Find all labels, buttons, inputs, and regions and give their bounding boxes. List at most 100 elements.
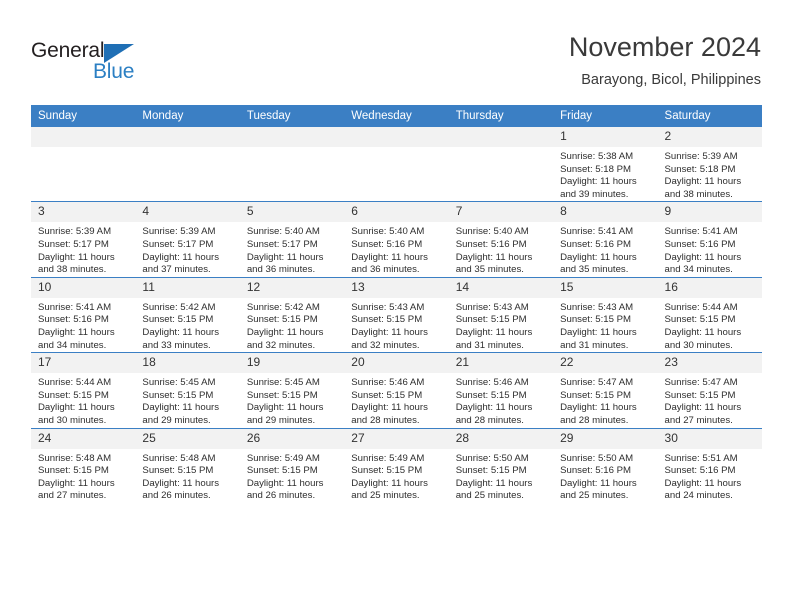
day-box [448, 127, 554, 201]
calendar-day-cell[interactable]: 21 Sunrise: 5:46 AM Sunset: 5:15 PM Dayligh… [448, 352, 554, 428]
day-details: Sunrise: 5:40 AM Sunset: 5:16 PM Daylight:… [344, 222, 448, 276]
day-number: 12 [239, 277, 345, 298]
sunrise-text: Sunrise: 5:40 AM [351, 226, 425, 238]
sunrise-text: Sunrise: 5:47 AM [664, 377, 738, 389]
calendar-day-cell[interactable]: 22 Sunrise: 5:47 AM Sunset: 5:15 PM Dayligh… [553, 352, 658, 428]
calendar-day-cell[interactable]: 3 Sunrise: 5:39 AM Sunset: 5:17 PM Daylight… [31, 201, 136, 278]
weekday-header-tuesday: Tuesday [239, 105, 345, 127]
weekday-header-saturday: Saturday [657, 105, 762, 127]
calendar-day-cell[interactable]: 8 Sunrise: 5:41 AM Sunset: 5:16 PM Daylight… [553, 201, 658, 278]
day-box: 17 Sunrise: 5:44 AM Sunset: 5:15 PM Dayligh… [31, 353, 136, 427]
calendar-day-cell[interactable]: 19 Sunrise: 5:45 AM Sunset: 5:15 PM Dayligh… [239, 352, 345, 428]
sunrise-text: Sunrise: 5:49 AM [246, 452, 320, 464]
calendar-day-cell[interactable]: 6 Sunrise: 5:40 AM Sunset: 5:16 PM Daylight… [344, 201, 449, 278]
sunset-text: Sunset: 5:15 PM [351, 314, 423, 326]
daylight-text: Daylight: 11 hours and 36 minutes. [246, 251, 324, 276]
calendar-day-cell[interactable]: 9 Sunrise: 5:41 AM Sunset: 5:16 PM Daylight… [657, 201, 762, 278]
day-details: Sunrise: 5:41 AM Sunset: 5:16 PM Daylight:… [553, 222, 657, 276]
sunset-text: Sunset: 5:15 PM [142, 465, 214, 477]
calendar-day-cell[interactable]: 11 Sunrise: 5:42 AM Sunset: 5:15 PM Dayligh… [135, 276, 240, 353]
calendar-day-cell[interactable]: 16 Sunrise: 5:44 AM Sunset: 5:15 PM Dayligh… [657, 276, 762, 353]
daylight-text: Daylight: 11 hours and 29 minutes. [246, 402, 324, 426]
day-number [344, 127, 449, 147]
logo-text-blue: Blue [93, 60, 135, 83]
calendar-day-cell[interactable]: 15 Sunrise: 5:43 AM Sunset: 5:15 PM Dayligh… [553, 276, 658, 353]
sunrise-text: Sunrise: 5:41 AM [38, 301, 112, 313]
sunset-text: Sunset: 5:17 PM [142, 238, 214, 250]
sunset-text: Sunset: 5:17 PM [38, 238, 109, 250]
sunrise-text: Sunrise: 5:44 AM [38, 377, 112, 389]
day-details: Sunrise: 5:42 AM Sunset: 5:15 PM Daylight:… [135, 298, 239, 352]
calendar-day-cell[interactable]: 29 Sunrise: 5:50 AM Sunset: 5:16 PM Dayligh… [553, 427, 658, 503]
calendar-head: Sunday Monday Tuesday Wednesday Thursday… [31, 105, 762, 127]
day-box: 3 Sunrise: 5:39 AM Sunset: 5:17 PM Daylight… [31, 202, 136, 276]
day-number: 19 [239, 353, 345, 374]
day-details: Sunrise: 5:39 AM Sunset: 5:18 PM Daylight:… [658, 147, 762, 201]
day-details: Sunrise: 5:44 AM Sunset: 5:15 PM Daylight:… [658, 298, 762, 352]
sunset-text: Sunset: 5:15 PM [38, 389, 109, 401]
calendar-day-cell[interactable]: 7 Sunrise: 5:40 AM Sunset: 5:16 PM Daylight… [448, 201, 554, 278]
day-box [135, 127, 240, 201]
sunset-text: Sunset: 5:16 PM [38, 314, 109, 326]
sunrise-text: Sunrise: 5:42 AM [246, 301, 320, 313]
day-details: Sunrise: 5:50 AM Sunset: 5:16 PM Daylight:… [553, 449, 657, 503]
daylight-text: Daylight: 11 hours and 27 minutes. [38, 477, 115, 502]
calendar-day-cell[interactable]: 13 Sunrise: 5:43 AM Sunset: 5:15 PM Dayligh… [344, 276, 449, 353]
sunset-text: Sunset: 5:15 PM [664, 389, 736, 401]
day-details: Sunrise: 5:43 AM Sunset: 5:15 PM Daylight:… [449, 298, 553, 352]
calendar-day-cell[interactable]: 1 Sunrise: 5:38 AM Sunset: 5:18 PM Daylight… [553, 127, 658, 202]
day-number: 7 [448, 202, 554, 223]
calendar-day-cell[interactable]: 28 Sunrise: 5:50 AM Sunset: 5:15 PM Dayligh… [448, 427, 554, 503]
calendar-day-cell[interactable]: 24 Sunrise: 5:48 AM Sunset: 5:15 PM Dayligh… [31, 427, 136, 503]
calendar-day-cell[interactable]: 26 Sunrise: 5:49 AM Sunset: 5:15 PM Dayligh… [239, 427, 345, 503]
calendar-week-row: 10 Sunrise: 5:41 AM Sunset: 5:16 PM Dayligh… [31, 276, 762, 353]
day-box: 13 Sunrise: 5:43 AM Sunset: 5:15 PM Dayligh… [344, 277, 449, 352]
calendar-day-cell[interactable]: 12 Sunrise: 5:42 AM Sunset: 5:15 PM Dayligh… [239, 276, 345, 353]
calendar-day-cell[interactable]: 23 Sunrise: 5:47 AM Sunset: 5:15 PM Dayligh… [657, 352, 762, 428]
day-number: 17 [31, 353, 136, 374]
sunset-text: Sunset: 5:15 PM [246, 389, 318, 401]
sunset-text: Sunset: 5:15 PM [142, 389, 214, 401]
title-block: November 2024 Barayong, Bicol, Philippin… [569, 30, 761, 90]
calendar-day-cell[interactable]: 2 Sunrise: 5:39 AM Sunset: 5:18 PM Daylight… [657, 127, 762, 202]
sunset-text: Sunset: 5:15 PM [455, 465, 527, 477]
day-details: Sunrise: 5:49 AM Sunset: 5:15 PM Daylight:… [240, 449, 344, 503]
sunrise-text: Sunrise: 5:41 AM [664, 226, 738, 238]
calendar-day-cell[interactable]: 17 Sunrise: 5:44 AM Sunset: 5:15 PM Dayligh… [31, 352, 136, 428]
sunrise-text: Sunrise: 5:43 AM [455, 301, 529, 313]
calendar-page: General Blue November 2024 Barayong, Bic… [0, 0, 792, 612]
day-number: 27 [344, 428, 449, 449]
daylight-text: Daylight: 11 hours and 37 minutes. [142, 251, 220, 276]
calendar-day-cell[interactable]: 20 Sunrise: 5:46 AM Sunset: 5:15 PM Dayligh… [344, 352, 449, 428]
calendar-day-cell-empty [135, 127, 240, 202]
day-details: Sunrise: 5:47 AM Sunset: 5:15 PM Daylight:… [658, 373, 762, 427]
calendar-day-cell[interactable]: 30 Sunrise: 5:51 AM Sunset: 5:16 PM Dayligh… [657, 427, 762, 503]
calendar-day-cell[interactable]: 27 Sunrise: 5:49 AM Sunset: 5:15 PM Dayligh… [344, 427, 449, 503]
weekday-header-monday: Monday [135, 105, 240, 127]
daylight-text: Daylight: 11 hours and 39 minutes. [560, 176, 637, 200]
sunrise-text: Sunrise: 5:51 AM [664, 452, 738, 464]
daylight-text: Daylight: 11 hours and 26 minutes. [246, 477, 324, 502]
calendar-day-cell[interactable]: 10 Sunrise: 5:41 AM Sunset: 5:16 PM Dayligh… [31, 276, 136, 353]
sunrise-text: Sunrise: 5:47 AM [560, 377, 634, 389]
calendar-day-cell[interactable]: 18 Sunrise: 5:45 AM Sunset: 5:15 PM Dayligh… [135, 352, 240, 428]
daylight-text: Daylight: 11 hours and 29 minutes. [142, 402, 220, 426]
calendar-day-cell[interactable]: 5 Sunrise: 5:40 AM Sunset: 5:17 PM Daylight… [239, 201, 345, 278]
day-box [31, 127, 136, 201]
sunset-text: Sunset: 5:17 PM [246, 238, 318, 250]
day-details: Sunrise: 5:50 AM Sunset: 5:15 PM Daylight:… [449, 449, 553, 503]
sunrise-text: Sunrise: 5:45 AM [246, 377, 320, 389]
day-box: 15 Sunrise: 5:43 AM Sunset: 5:15 PM Dayligh… [553, 277, 658, 352]
calendar-day-cell[interactable]: 25 Sunrise: 5:48 AM Sunset: 5:15 PM Dayligh… [135, 427, 240, 503]
calendar-day-cell[interactable]: 4 Sunrise: 5:39 AM Sunset: 5:17 PM Daylight… [135, 201, 240, 278]
calendar-day-cell[interactable]: 14 Sunrise: 5:43 AM Sunset: 5:15 PM Dayligh… [448, 276, 554, 353]
day-number: 3 [31, 202, 136, 223]
day-number: 16 [657, 277, 762, 298]
day-box: 20 Sunrise: 5:46 AM Sunset: 5:15 PM Dayligh… [344, 353, 449, 427]
day-box: 23 Sunrise: 5:47 AM Sunset: 5:15 PM Dayligh… [657, 353, 762, 427]
day-box: 5 Sunrise: 5:40 AM Sunset: 5:17 PM Daylight… [239, 202, 345, 276]
sunrise-text: Sunrise: 5:49 AM [351, 452, 425, 464]
calendar-table: Sunday Monday Tuesday Wednesday Thursday… [31, 105, 762, 503]
day-box: 8 Sunrise: 5:41 AM Sunset: 5:16 PM Daylight… [553, 202, 658, 276]
day-details: Sunrise: 5:47 AM Sunset: 5:15 PM Daylight:… [553, 373, 657, 427]
